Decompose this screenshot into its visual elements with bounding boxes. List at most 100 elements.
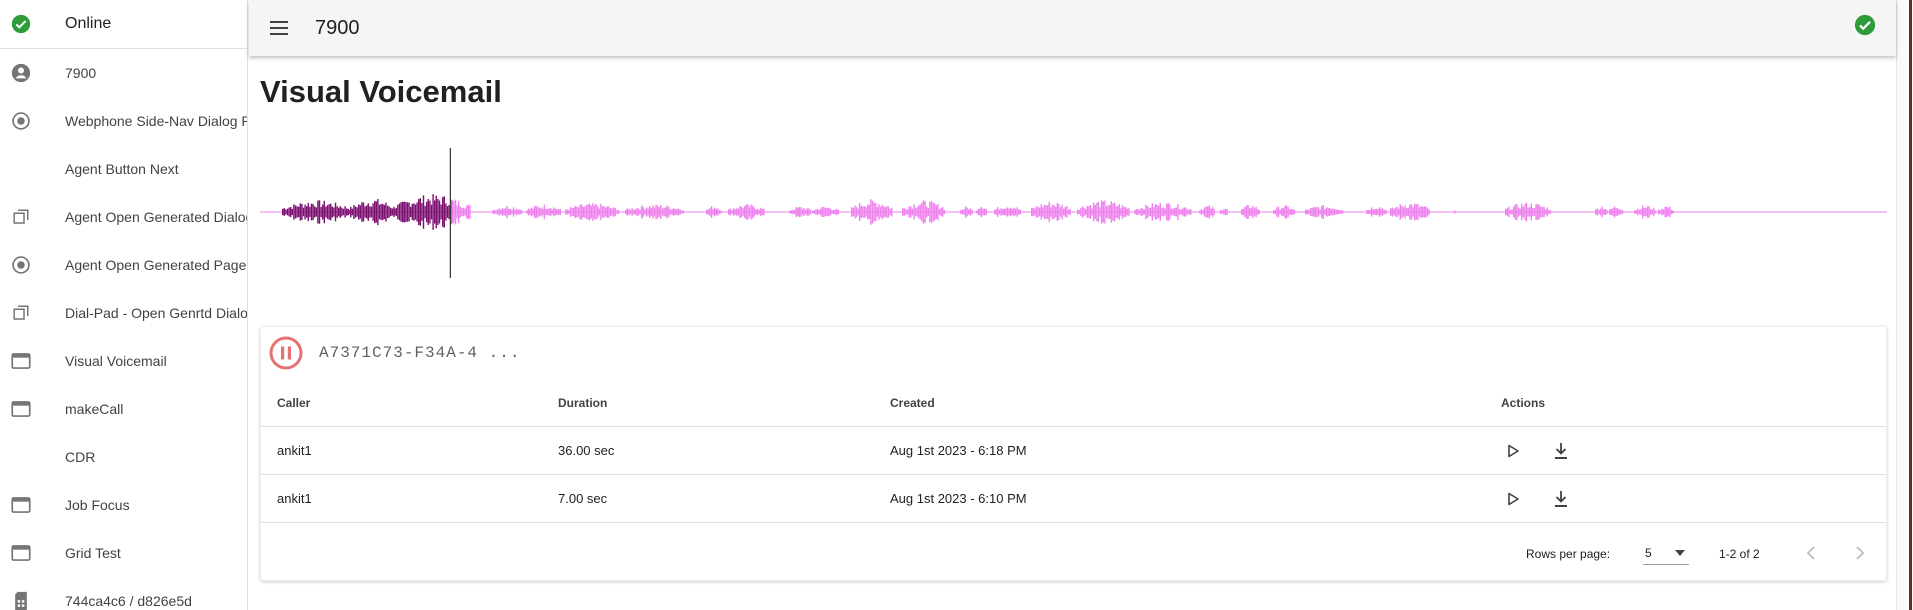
waveform-bar — [361, 202, 363, 222]
sidebar-item-makecall[interactable]: makeCall — [0, 385, 247, 433]
waveform-bar — [1532, 207, 1534, 217]
play-icon[interactable] — [1501, 487, 1525, 511]
pause-icon[interactable] — [269, 336, 303, 370]
waveform-bar — [1034, 208, 1036, 216]
waveform-bar — [553, 207, 555, 217]
waveform-bar — [1224, 208, 1227, 216]
waveform-bar — [1521, 203, 1523, 221]
sidebar-item-agent-button-next[interactable]: Agent Button Next — [0, 145, 247, 193]
sidebar-item-agent-open-dialog[interactable]: Agent Open Generated Dialog — [0, 193, 247, 241]
waveform-bar — [438, 200, 441, 224]
play-icon[interactable] — [1501, 439, 1525, 463]
waveform-bar — [1257, 209, 1259, 215]
waveform-bar — [792, 209, 794, 215]
waveform-bar — [1535, 203, 1537, 221]
waveform-bar — [1059, 207, 1062, 217]
waveform-bar — [1399, 204, 1401, 220]
sidebar-item-webphone-dialog[interactable]: Webphone Side-Nav Dialog Page — [0, 97, 247, 145]
waveform-bar — [498, 208, 500, 216]
waveform-bar — [509, 208, 511, 216]
waveform-bar — [881, 204, 883, 220]
waveform-bar — [302, 207, 305, 217]
sidebar-item-agent-open-page[interactable]: Agent Open Generated Page-Nav — [0, 241, 247, 289]
waveform-bar — [737, 208, 739, 216]
waveform-bar — [660, 205, 662, 219]
waveform-bar — [1546, 207, 1548, 217]
waveform-bar — [815, 209, 817, 215]
waveform-bar — [1156, 204, 1158, 220]
sidebar-item-dial-pad[interactable]: Dial-Pad - Open Genrtd Dialog — [0, 289, 247, 337]
waveform-bar — [1069, 208, 1071, 216]
waveform-bar — [388, 206, 390, 218]
waveform-bar — [614, 208, 616, 216]
waveform-bar — [1527, 207, 1529, 217]
waveform-bar — [1543, 206, 1545, 218]
waveform-bar — [652, 205, 654, 219]
waveform-bar — [458, 201, 460, 223]
sidebar-item-cdr[interactable]: CDR — [0, 433, 247, 481]
waveform-bar — [1341, 210, 1344, 214]
waveform-bar — [908, 206, 910, 218]
waveform-bar — [519, 209, 521, 215]
waveform-bar — [1154, 204, 1157, 220]
waveform-bar — [1609, 209, 1611, 215]
waveform-bar — [462, 207, 465, 217]
rows-per-page-select[interactable]: 5 — [1643, 541, 1689, 565]
column-header-duration[interactable]: Duration — [558, 379, 607, 426]
waveform-bar — [1638, 210, 1641, 214]
sidebar-item-visual-voicemail[interactable]: Visual Voicemail — [0, 337, 247, 385]
waveform-bar — [492, 210, 494, 214]
menu-icon[interactable] — [267, 16, 291, 40]
sidebar-item-label: 744ca4c6 / d826e5d — [65, 593, 192, 609]
waveform-bar — [307, 203, 309, 221]
waveform-bar — [1603, 209, 1605, 215]
waveform-bar — [676, 208, 678, 216]
sidebar-item-job-focus[interactable]: Job Focus — [0, 481, 247, 529]
waveform-bar — [330, 203, 332, 221]
waveform-bar — [1058, 204, 1060, 220]
waveform-bar — [514, 209, 516, 215]
check-circle-icon — [1854, 14, 1876, 36]
waveform-bar — [1018, 209, 1020, 215]
table-row[interactable]: ankit1 7.00 sec Aug 1st 2023 - 6:10 PM — [261, 475, 1886, 523]
table-pagination: Rows per page: 5 1-2 of 2 — [261, 527, 1886, 581]
waveform-bar — [1174, 207, 1176, 217]
sidebar-item-label: Grid Test — [65, 545, 121, 561]
waveform-bar — [1316, 207, 1318, 217]
waveform-bar — [309, 206, 311, 218]
waveform-bar — [1409, 204, 1411, 220]
waveform-bar — [598, 208, 600, 216]
waveform-bar — [1040, 204, 1042, 220]
sidebar-item-grid-test[interactable]: Grid Test — [0, 529, 247, 577]
column-header-created[interactable]: Created — [890, 379, 935, 426]
waveform-bar — [653, 207, 656, 217]
waveform-bar — [1014, 208, 1017, 216]
waveform-bar — [876, 207, 878, 217]
previous-page-icon[interactable] — [1799, 541, 1823, 565]
waveform-bar — [391, 208, 393, 216]
radio-circle-icon — [11, 255, 31, 275]
waveform-bar — [677, 208, 680, 216]
next-page-icon[interactable] — [1848, 541, 1872, 565]
waveform-bar — [758, 209, 760, 215]
waveform-bar — [793, 209, 796, 215]
check-circle-icon — [11, 14, 31, 34]
column-header-caller[interactable]: Caller — [277, 379, 310, 426]
waveform-bar — [859, 203, 861, 221]
waveform-bar — [1169, 204, 1171, 220]
waveform-bar — [353, 205, 355, 219]
sidebar-item-7900[interactable]: 7900 — [0, 49, 247, 97]
waveform-bar — [1398, 208, 1400, 216]
table-row[interactable]: ankit1 36.00 sec Aug 1st 2023 - 6:18 PM — [261, 427, 1886, 475]
waveform-bar — [358, 204, 360, 220]
audio-waveform[interactable] — [260, 148, 1887, 278]
filter-none-icon — [11, 207, 31, 227]
sidebar-item-sim[interactable]: 744ca4c6 / d826e5d — [0, 577, 247, 610]
waveform-bar — [603, 206, 605, 218]
download-icon[interactable] — [1549, 439, 1573, 463]
waveform-bar — [728, 209, 730, 215]
waveform-bar — [905, 209, 907, 215]
waveform-bar — [589, 203, 591, 221]
waveform-bar — [1102, 201, 1104, 223]
download-icon[interactable] — [1549, 487, 1573, 511]
